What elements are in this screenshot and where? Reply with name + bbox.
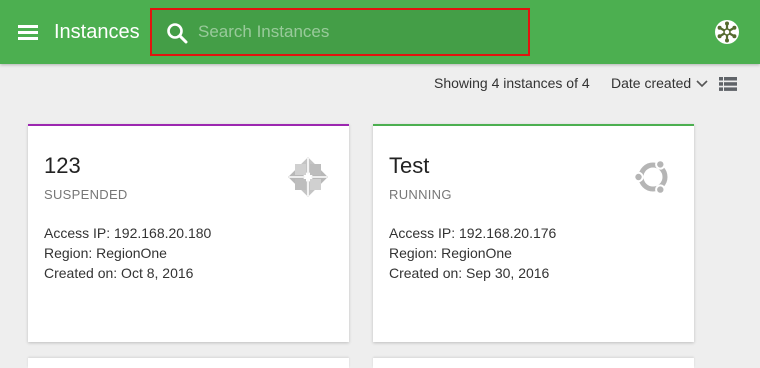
instance-region: Region: RegionOne bbox=[44, 245, 167, 261]
ubuntu-logo-icon bbox=[633, 159, 668, 195]
hamburger-menu-icon[interactable] bbox=[18, 24, 38, 40]
instance-card[interactable]: 123 SUSPENDED Access IP: 192.168.20.180 … bbox=[28, 124, 349, 342]
instance-access-ip: Access IP: 192.168.20.180 bbox=[44, 225, 212, 241]
instance-card[interactable] bbox=[373, 358, 694, 368]
instance-name: Test bbox=[389, 153, 430, 178]
instance-region: Region: RegionOne bbox=[389, 245, 512, 261]
instance-card[interactable] bbox=[28, 358, 349, 368]
instance-created: Created on: Sep 30, 2016 bbox=[389, 265, 550, 281]
instance-status: SUSPENDED bbox=[44, 187, 128, 202]
search-box[interactable] bbox=[150, 8, 530, 56]
app-bar: Instances bbox=[0, 0, 760, 64]
instance-status: RUNNING bbox=[389, 187, 452, 202]
sort-label: Date created bbox=[611, 75, 692, 91]
instance-count-label: Showing 4 instances of 4 bbox=[434, 75, 590, 91]
snowflake-avatar-icon[interactable] bbox=[715, 20, 739, 44]
centos-logo-icon bbox=[288, 157, 328, 197]
list-view-icon[interactable] bbox=[719, 77, 737, 91]
instance-access-ip: Access IP: 192.168.20.176 bbox=[389, 225, 557, 241]
instance-created: Created on: Oct 8, 2016 bbox=[44, 265, 194, 281]
sort-dropdown[interactable]: Date created bbox=[611, 75, 708, 91]
search-input[interactable] bbox=[198, 10, 518, 54]
instance-card[interactable]: Test RUNNING Access IP: 192.168.20.176 R… bbox=[373, 124, 694, 342]
instance-name: 123 bbox=[44, 153, 81, 178]
search-icon[interactable] bbox=[166, 22, 188, 44]
page-title: Instances bbox=[54, 21, 140, 43]
chevron-down-icon bbox=[696, 80, 708, 88]
